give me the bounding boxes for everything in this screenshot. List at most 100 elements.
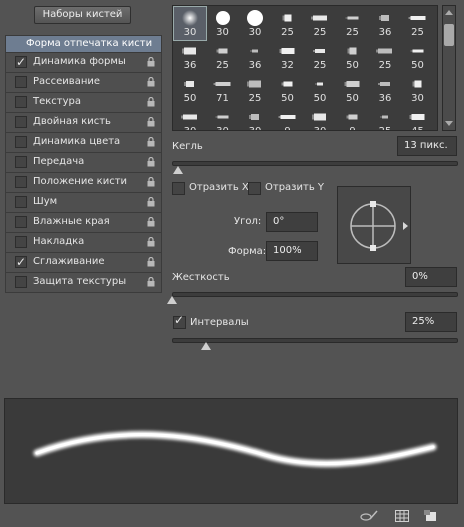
- brush-tip-cell[interactable]: 45: [402, 106, 434, 130]
- brush-tip-cell[interactable]: 25: [402, 7, 434, 40]
- brush-tip-cell[interactable]: 50: [304, 73, 336, 106]
- setting-checkbox[interactable]: [15, 216, 27, 228]
- brush-size-label: 50: [313, 93, 327, 104]
- brush-tip-cell[interactable]: 25: [272, 7, 304, 40]
- setting-checkbox[interactable]: [15, 236, 27, 248]
- lock-icon[interactable]: [147, 257, 155, 267]
- setting-checkbox[interactable]: [15, 176, 27, 188]
- brush-tip-cell[interactable]: 36: [369, 7, 401, 40]
- brush-setting-item[interactable]: Шум: [5, 193, 162, 213]
- brush-setting-item[interactable]: Влажные края: [5, 213, 162, 233]
- spacing-slider-thumb[interactable]: [201, 342, 212, 350]
- setting-checkbox[interactable]: [15, 136, 27, 148]
- lock-icon[interactable]: [147, 117, 155, 127]
- brush-tip-cell[interactable]: 30: [174, 106, 206, 130]
- lock-icon[interactable]: [147, 177, 155, 187]
- brush-tip-icon: [308, 109, 332, 125]
- brush-tip-cell[interactable]: 50: [272, 73, 304, 106]
- brush-tip-shape-item[interactable]: Форма отпечатка кисти: [5, 35, 162, 53]
- brush-setting-item[interactable]: Защита текстуры: [5, 273, 162, 293]
- size-slider-track[interactable]: [172, 161, 458, 166]
- spacing-input[interactable]: 25%: [405, 312, 457, 332]
- size-input[interactable]: 13 пикс.: [397, 136, 457, 156]
- grid-icon[interactable]: [395, 510, 409, 522]
- angle-roundness-widget[interactable]: [337, 186, 411, 264]
- setting-checkbox[interactable]: [15, 53, 27, 71]
- scroll-down-icon[interactable]: [445, 121, 453, 126]
- brush-setting-item[interactable]: Положение кисти: [5, 173, 162, 193]
- brush-setting-item[interactable]: Накладка: [5, 233, 162, 253]
- roundness-input[interactable]: 100%: [266, 241, 318, 261]
- brush-setting-item[interactable]: Сглаживание: [5, 253, 162, 273]
- brush-tip-cell[interactable]: 9: [272, 106, 304, 130]
- brush-tip-cell[interactable]: 25: [369, 106, 401, 130]
- brush-tip-icon: [373, 10, 397, 26]
- brush-setting-item[interactable]: Рассеивание: [5, 73, 162, 93]
- brush-setting-item[interactable]: Текстура: [5, 93, 162, 113]
- brush-tip-cell[interactable]: 50: [337, 73, 369, 106]
- brush-tip-cell[interactable]: 36: [174, 40, 206, 73]
- hardness-slider-track[interactable]: [172, 292, 458, 297]
- setting-checkbox[interactable]: [15, 76, 27, 88]
- setting-checkbox[interactable]: [15, 96, 27, 108]
- hardness-input[interactable]: 0%: [405, 267, 457, 287]
- brush-tip-icon: [308, 76, 332, 92]
- setting-label: Двойная кисть: [33, 116, 111, 127]
- brush-tip-cell[interactable]: 50: [174, 73, 206, 106]
- flip-x-checkbox[interactable]: [172, 182, 185, 195]
- brush-tip-cell[interactable]: 30: [173, 6, 207, 41]
- brush-tip-cell[interactable]: 30: [304, 106, 336, 130]
- brush-tip-cell[interactable]: 25: [369, 40, 401, 73]
- brush-eye-icon[interactable]: [360, 510, 378, 522]
- brush-grid-scrollbar[interactable]: [442, 5, 456, 131]
- brush-tip-cell[interactable]: 25: [239, 73, 271, 106]
- hardness-slider-thumb[interactable]: [167, 296, 177, 304]
- brush-tip-cell[interactable]: 71: [207, 73, 239, 106]
- angle-input[interactable]: 0°: [266, 212, 318, 232]
- brush-presets-button[interactable]: Наборы кистей: [34, 6, 131, 24]
- lock-icon[interactable]: [147, 97, 155, 107]
- setting-checkbox[interactable]: [15, 116, 27, 128]
- brush-tip-cell[interactable]: 25: [337, 7, 369, 40]
- brush-tip-cell[interactable]: 50: [337, 40, 369, 73]
- lock-icon[interactable]: [147, 217, 155, 227]
- lock-icon[interactable]: [147, 137, 155, 147]
- brush-setting-item[interactable]: Передача: [5, 153, 162, 173]
- brush-tip-cell[interactable]: 30: [239, 7, 271, 40]
- setting-checkbox[interactable]: [15, 253, 27, 271]
- brush-tip-cell[interactable]: 30: [207, 106, 239, 130]
- lock-icon[interactable]: [147, 157, 155, 167]
- brush-tip-cell[interactable]: 25: [304, 7, 336, 40]
- lock-icon[interactable]: [147, 57, 155, 67]
- flip-y-checkbox[interactable]: [248, 182, 261, 195]
- lock-icon[interactable]: [147, 237, 155, 247]
- brush-setting-item[interactable]: Двойная кисть: [5, 113, 162, 133]
- new-preset-icon[interactable]: [424, 510, 438, 522]
- lock-icon[interactable]: [147, 277, 155, 287]
- setting-checkbox[interactable]: [15, 196, 27, 208]
- spacing-checkbox[interactable]: [173, 313, 186, 329]
- brush-tip-cell[interactable]: 25: [207, 40, 239, 73]
- setting-checkbox[interactable]: [15, 156, 27, 168]
- scroll-thumb[interactable]: [444, 24, 454, 46]
- brush-tip-cell[interactable]: 36: [239, 40, 271, 73]
- size-slider-thumb[interactable]: [172, 166, 183, 174]
- brush-tip-cell[interactable]: 36: [369, 73, 401, 106]
- spacing-slider-track[interactable]: [172, 338, 458, 343]
- brush-tip-cell[interactable]: 30: [207, 7, 239, 40]
- size-label: Кегль: [172, 141, 203, 152]
- setting-checkbox[interactable]: [15, 276, 27, 288]
- lock-icon[interactable]: [147, 77, 155, 87]
- brush-tip-icon: [243, 43, 267, 59]
- lock-icon[interactable]: [147, 197, 155, 207]
- brush-size-label: 50: [346, 60, 359, 71]
- brush-setting-item[interactable]: Динамика формы: [5, 53, 162, 73]
- brush-tip-cell[interactable]: 30: [239, 106, 271, 130]
- scroll-up-icon[interactable]: [445, 10, 453, 15]
- brush-tip-cell[interactable]: 32: [272, 40, 304, 73]
- brush-tip-cell[interactable]: 25: [304, 40, 336, 73]
- brush-tip-cell[interactable]: 50: [402, 40, 434, 73]
- brush-setting-item[interactable]: Динамика цвета: [5, 133, 162, 153]
- brush-tip-cell[interactable]: 30: [402, 73, 434, 106]
- brush-tip-cell[interactable]: 9: [337, 106, 369, 130]
